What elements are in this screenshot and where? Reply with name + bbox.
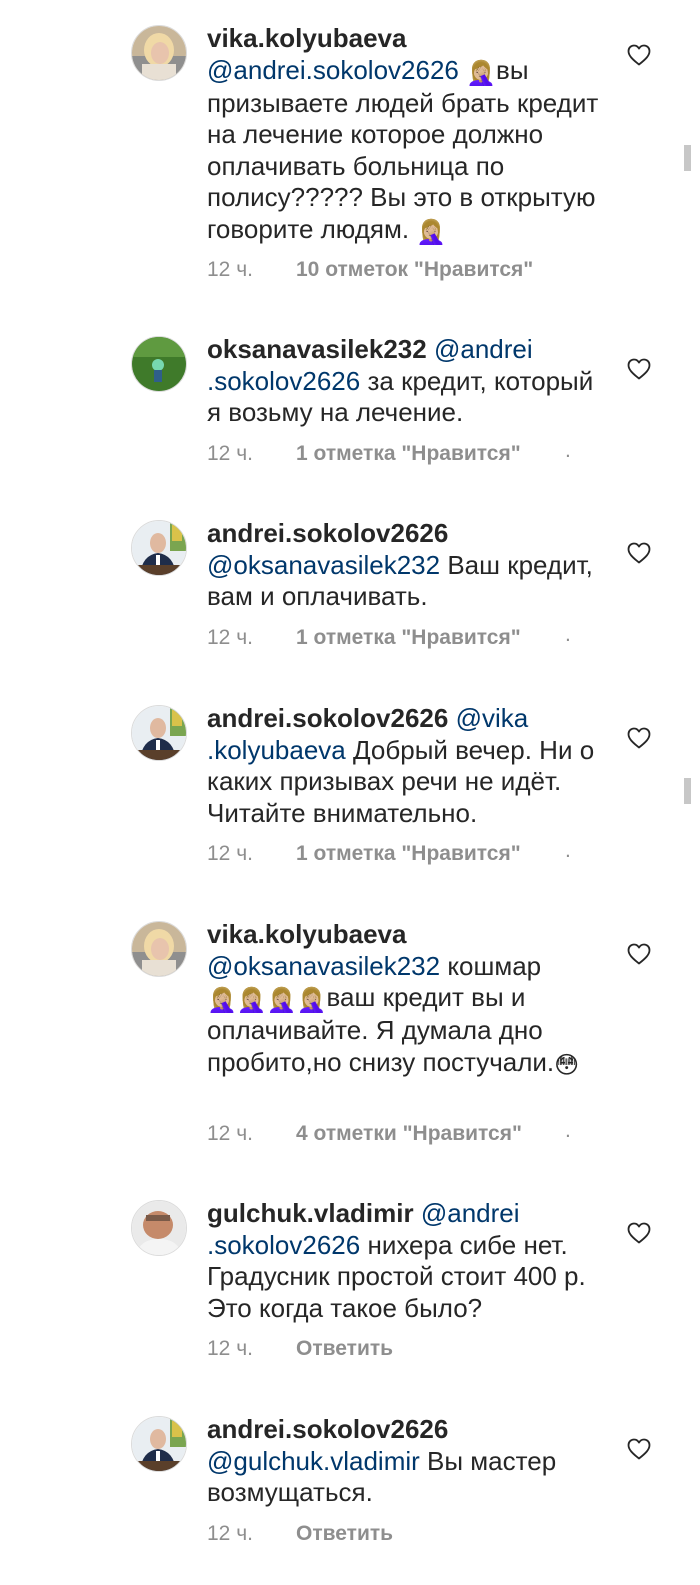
heart-icon[interactable]	[627, 542, 651, 564]
comment-text: кошмар	[447, 950, 542, 981]
reply-button[interactable]: Ответить	[296, 1337, 393, 1360]
comment-meta: 12 ч. 10 отметок "Нравится"	[207, 258, 533, 282]
comment-meta: 12 ч. 1 отметка "Нравится" .	[207, 623, 571, 650]
comment-body: vika.kolyubaeva @andrei.sokolov2626 🤦🏼‍♀…	[207, 23, 607, 247]
timestamp: 12 ч.	[207, 1522, 253, 1545]
comment-meta: 12 ч. 4 отметки "Нравится" .	[207, 1119, 571, 1146]
username[interactable]: andrei.sokolov2626	[207, 1414, 448, 1444]
timestamp: 12 ч.	[207, 258, 253, 281]
comment-meta: 12 ч. 1 отметка "Нравится" .	[207, 839, 571, 866]
avatar[interactable]	[131, 1200, 187, 1256]
more-indicator[interactable]: .	[565, 839, 571, 863]
facepalm-emoji: 🤦🏼‍♀️	[416, 218, 447, 246]
avatar[interactable]	[131, 921, 187, 977]
mention-link[interactable]: @andrei.sokolov2626	[207, 55, 459, 85]
likes-count[interactable]: 10 отметок "Нравится"	[296, 258, 533, 281]
more-indicator[interactable]: .	[565, 1119, 571, 1143]
facepalm-emoji: 🤦🏼‍♀️	[466, 59, 497, 87]
scrollbar-indicator[interactable]	[684, 778, 691, 804]
heart-icon[interactable]	[627, 358, 651, 380]
username[interactable]: gulchuk.vladimir	[207, 1198, 414, 1228]
flushed-emoji: 😳	[554, 1051, 580, 1079]
comment-meta: 12 ч. Ответить	[207, 1522, 393, 1546]
likes-count[interactable]: 4 отметки "Нравится"	[296, 1122, 522, 1145]
timestamp: 12 ч.	[207, 842, 253, 865]
comment-body: andrei.sokolov2626 @gulchuk.vladimir Вы …	[207, 1414, 607, 1509]
mention-link[interactable]: @gulchuk.vladimir	[207, 1446, 420, 1476]
likes-count[interactable]: 1 отметка "Нравится"	[296, 442, 521, 465]
more-indicator[interactable]: .	[565, 623, 571, 647]
username[interactable]: andrei.sokolov2626	[207, 518, 448, 548]
comment-body: gulchuk.vladimir @andrei .sokolov2626 ни…	[207, 1198, 607, 1324]
likes-count[interactable]: 1 отметка "Нравится"	[296, 842, 521, 865]
avatar[interactable]	[131, 520, 187, 576]
comment-body: oksanavasilek232 @andrei .sokolov2626 за…	[207, 334, 607, 429]
comment-body: andrei.sokolov2626 @oksanavasilek232 Ваш…	[207, 518, 607, 613]
mention-link[interactable]: @oksanavasilek232	[207, 951, 440, 981]
timestamp: 12 ч.	[207, 442, 253, 465]
avatar[interactable]	[131, 705, 187, 761]
timestamp: 12 ч.	[207, 1122, 253, 1145]
timestamp: 12 ч.	[207, 1337, 253, 1360]
likes-count[interactable]: 1 отметка "Нравится"	[296, 626, 521, 649]
mention-link[interactable]: @oksanavasilek232	[207, 550, 440, 580]
avatar[interactable]	[131, 336, 187, 392]
facepalm-emoji-group: 🤦🏼‍♀️🤦🏼‍♀️🤦🏼‍♀️🤦🏼‍♀️	[207, 987, 327, 1014]
username[interactable]: vika.kolyubaeva	[207, 23, 406, 53]
heart-icon[interactable]	[627, 727, 651, 749]
reply-button[interactable]: Ответить	[296, 1522, 393, 1545]
username[interactable]: vika.kolyubaeva	[207, 919, 406, 949]
comment-body: andrei.sokolov2626 @vika .kolyubaeva Доб…	[207, 703, 607, 829]
comment-body: vika.kolyubaeva @oksanavasilek232 кошмар…	[207, 919, 607, 1080]
avatar[interactable]	[131, 25, 187, 81]
timestamp: 12 ч.	[207, 626, 253, 649]
heart-icon[interactable]	[627, 1222, 651, 1244]
heart-icon[interactable]	[627, 1438, 651, 1460]
username[interactable]: oksanavasilek232	[207, 334, 427, 364]
more-indicator[interactable]: .	[565, 439, 571, 463]
heart-icon[interactable]	[627, 943, 651, 965]
comment-meta: 12 ч. Ответить	[207, 1337, 393, 1361]
heart-icon[interactable]	[627, 44, 651, 66]
username[interactable]: andrei.sokolov2626	[207, 703, 448, 733]
avatar[interactable]	[131, 1416, 187, 1472]
scrollbar-indicator[interactable]	[684, 145, 691, 171]
comment-meta: 12 ч. 1 отметка "Нравится" .	[207, 439, 571, 466]
